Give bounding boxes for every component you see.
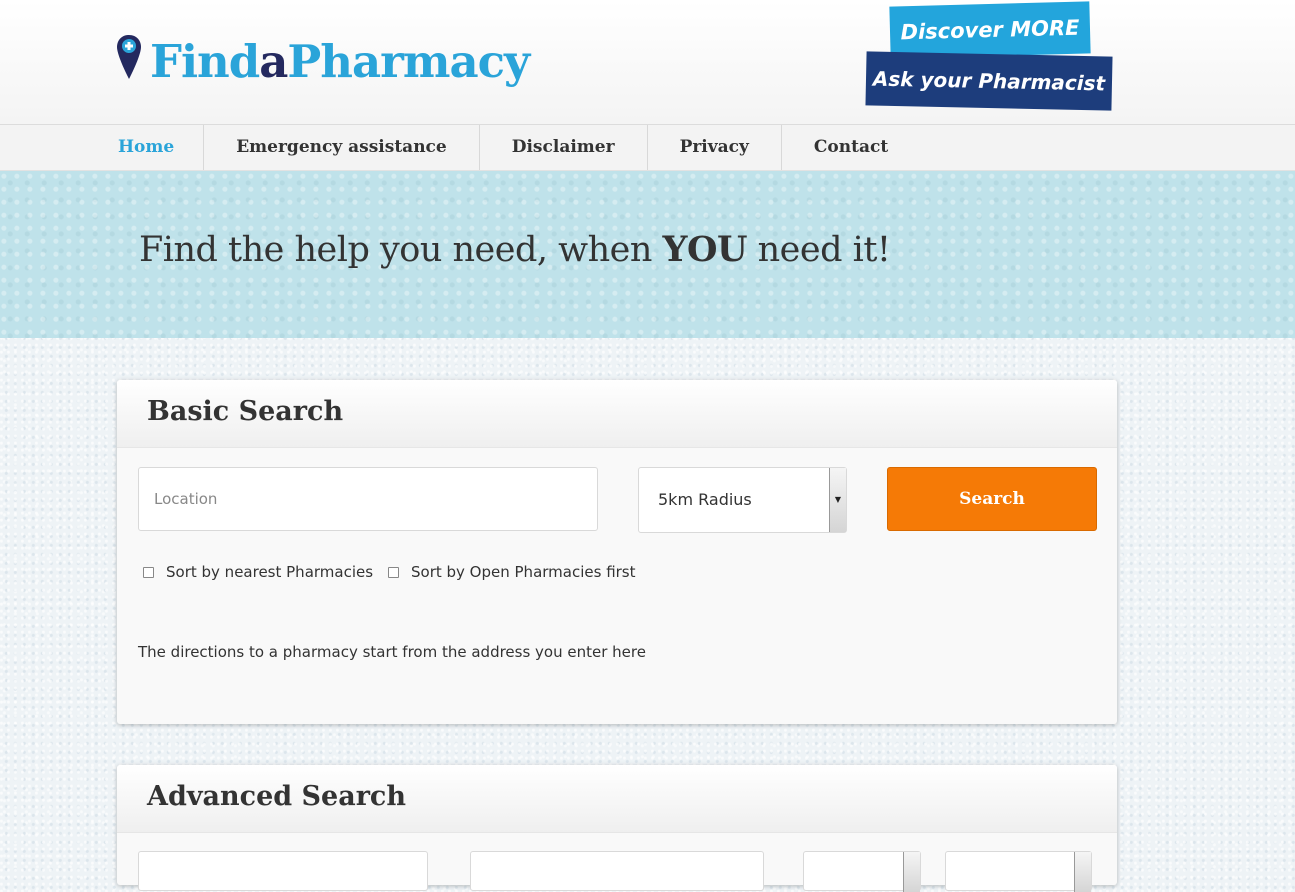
radius-selected-value: 5km Radius	[658, 490, 752, 509]
logo-find: Find	[150, 35, 260, 88]
hero-text-emphasis: YOU	[662, 229, 748, 270]
sort-nearest-label: Sort by nearest Pharmacies	[166, 563, 374, 581]
advanced-search-title: Advanced Search	[147, 781, 407, 812]
sort-nearest-option[interactable]: Sort by nearest Pharmacies	[143, 563, 373, 581]
site-header: FindaPharmacy Discover MORE Ask your Pha…	[0, 0, 1295, 125]
dropdown-arrow-icon[interactable]	[1074, 852, 1091, 892]
location-pin-icon	[117, 35, 141, 79]
nav-item-home[interactable]: Home	[118, 125, 205, 170]
advanced-field-2[interactable]	[470, 851, 764, 891]
nav-item-emergency-assistance[interactable]: Emergency assistance	[204, 125, 480, 170]
discover-more-banner[interactable]: Discover MORE Ask your Pharmacist	[862, 1, 1114, 112]
hero-text-after: need it!	[747, 230, 891, 270]
basic-search-title: Basic Search	[147, 396, 344, 427]
radius-select[interactable]: 5km Radius ▼	[638, 467, 847, 533]
advanced-search-panel: Advanced Search	[117, 765, 1117, 892]
nav-item-disclaimer[interactable]: Disclaimer	[480, 125, 648, 170]
advanced-search-header: Advanced Search	[117, 765, 1117, 833]
dropdown-arrow-icon[interactable]: ▼	[829, 468, 846, 532]
basic-search-header: Basic Search	[117, 380, 1117, 448]
sort-open-option[interactable]: Sort by Open Pharmacies first	[388, 563, 636, 581]
advanced-field-1[interactable]	[138, 851, 428, 891]
site-logo[interactable]: FindaPharmacy	[116, 32, 530, 92]
search-button[interactable]: Search	[887, 467, 1097, 531]
hero-banner: Find the help you need, when YOU need it…	[0, 171, 1295, 338]
directions-note: The directions to a pharmacy start from …	[138, 643, 646, 661]
main-nav: Home Emergency assistance Disclaimer Pri…	[0, 125, 1295, 171]
advanced-select-1[interactable]	[803, 851, 921, 892]
logo-a: a	[259, 35, 288, 88]
nav-item-contact[interactable]: Contact	[782, 125, 920, 170]
dropdown-arrow-icon[interactable]	[903, 852, 920, 892]
advanced-select-2[interactable]	[945, 851, 1092, 892]
promo-discover-more: Discover MORE	[889, 1, 1091, 59]
promo-ask-pharmacist: Ask your Pharmacist	[865, 51, 1113, 111]
hero-text-before: Find the help you need, when	[139, 230, 663, 270]
nav-item-privacy[interactable]: Privacy	[648, 125, 782, 170]
location-input[interactable]: Location	[138, 467, 598, 531]
sort-open-checkbox[interactable]	[388, 566, 399, 578]
sort-open-label: Sort by Open Pharmacies first	[411, 563, 636, 581]
logo-pharmacy: Pharmacy	[287, 35, 530, 88]
logo-wordmark: FindaPharmacy	[150, 32, 530, 92]
sort-nearest-checkbox[interactable]	[143, 566, 154, 578]
basic-search-panel: Basic Search Location 5km Radius ▼ Searc…	[117, 380, 1117, 724]
hero-tagline: Find the help you need, when YOU need it…	[139, 229, 891, 270]
